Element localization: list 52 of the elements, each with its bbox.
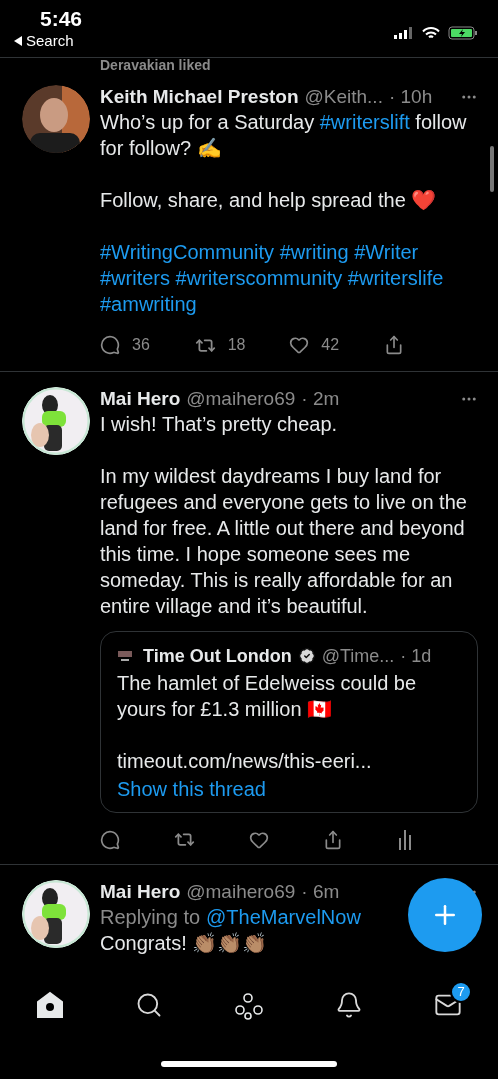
tweet-time: · 10h [388, 85, 433, 109]
mention-link[interactable]: @TheMarvelNow [206, 904, 361, 930]
author-handle: @Keith... [304, 85, 383, 109]
signal-icon [394, 27, 414, 39]
hashtag-link[interactable]: #writers [100, 267, 170, 289]
tweet-text: In my wildest daydreams I buy land for refugees and everyone gets to live on the land for free. A little out there and beyond this time. I hope someone sees me someday. This is really affordable for an entire village and it’s beautiful. [100, 464, 468, 619]
reply-icon[interactable] [100, 829, 120, 850]
quoted-handle: @Time... [321, 645, 395, 668]
wifi-icon [422, 26, 440, 40]
back-icon[interactable] [14, 36, 22, 46]
author-handle: @maihero69 [186, 387, 296, 411]
battery-icon [448, 26, 478, 40]
action-count: 36 [132, 335, 150, 355]
scroll-bar [490, 146, 494, 192]
quoted-text: The hamlet of Edelweiss could be yours for £1.3 million 🇨🇦 [117, 671, 418, 722]
show-thread-link[interactable]: Show this thread [117, 776, 266, 802]
hashtag-link[interactable]: #WritingCommunity [100, 241, 275, 263]
tweet-time: · 2m [301, 387, 340, 411]
tweet-text: Congrats! 👏🏽👏🏽👏🏽 [100, 931, 268, 956]
reply-icon[interactable] [100, 335, 120, 355]
quoted-time: · 1d [400, 645, 432, 668]
back-link[interactable]: Search [26, 32, 74, 50]
author-name[interactable]: Mai Hero [100, 387, 181, 411]
hashtag-link[interactable]: #writerslife [347, 267, 444, 289]
unread-badge: 7 [450, 981, 473, 1003]
liked-context: Deravakian liked [99, 58, 212, 73]
like-icon[interactable] [248, 829, 269, 850]
avatar-icon [117, 650, 133, 662]
action-count: 18 [227, 335, 246, 355]
author-name[interactable]: Mai Hero [100, 880, 181, 904]
tweet-text: Who’s up for a Saturday #writerslift follow for follow? ✍ [100, 110, 468, 161]
author-handle: @maihero69 [186, 880, 296, 904]
action-count: 42 [321, 335, 340, 355]
spaces-icon[interactable] [234, 990, 264, 1020]
hashtag-link[interactable]: #Writer [354, 241, 419, 263]
hashtag-link[interactable]: #writerslift [319, 111, 410, 133]
hashtag-link[interactable]: #amwriting [100, 293, 197, 315]
author-name[interactable]: Keith Michael Preston [100, 85, 299, 109]
hashtag-link[interactable]: #writing [279, 241, 349, 263]
analytics-icon[interactable] [397, 829, 412, 850]
status-time: 5:46 [39, 6, 83, 32]
quoted-author-name: Time Out London [143, 645, 292, 668]
share-icon[interactable] [323, 829, 344, 850]
like-icon[interactable] [289, 335, 310, 355]
tweet-time: · 6m [301, 880, 340, 904]
home-icon[interactable] [34, 990, 65, 1020]
replying-label: Replying to [100, 905, 201, 930]
article-link[interactable]: timeout.com/news/this-eeri... [117, 748, 372, 774]
tweet-text: Follow, share, and help spread the ❤ [100, 188, 437, 213]
quote-card[interactable]: Time Out London @Time... · 1d The hamlet of Edelweiss could be yours for £1.3 million 🇨🇦 timeout.com/news/this-eeri... Show this thread [100, 631, 478, 813]
tweet-text: I wish! That’s pretty cheap. [100, 412, 338, 437]
hashtag-link[interactable]: #writerscommunity [175, 267, 343, 289]
